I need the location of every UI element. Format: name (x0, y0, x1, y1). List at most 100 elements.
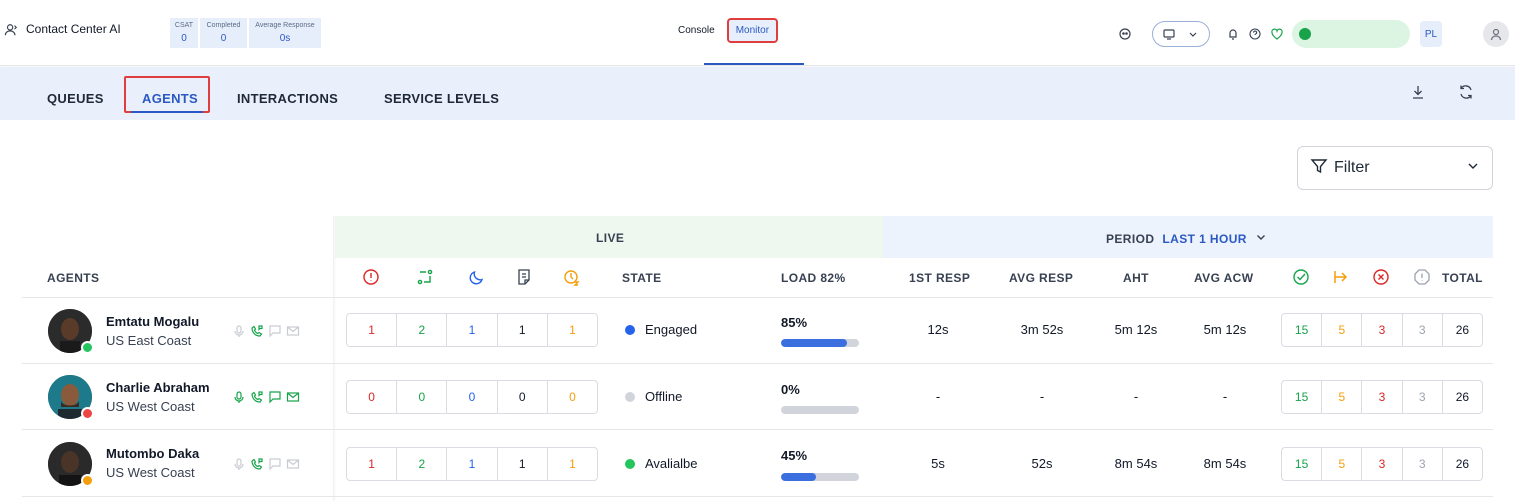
live-cell[interactable]: 1 (347, 314, 396, 346)
live-cell[interactable]: 1 (546, 448, 597, 480)
live-cell[interactable]: 1 (446, 314, 496, 346)
sub-navigation: QUEUES AGENTS INTERACTIONS SERVICE LEVEL… (0, 67, 1515, 120)
live-cell[interactable]: 0 (347, 381, 396, 413)
agent-name[interactable]: Mutombo Daka (106, 446, 199, 461)
state-dot (625, 458, 635, 469)
first-response: - (935, 389, 941, 404)
mic-icon (234, 391, 244, 403)
x-circle-icon (1372, 268, 1390, 286)
tab-console[interactable]: Console (672, 19, 721, 42)
state-label: Engaged (645, 322, 698, 337)
presence-dot (81, 474, 94, 487)
period-cell[interactable]: 3 (1401, 314, 1442, 346)
help-icon[interactable] (1248, 27, 1262, 41)
row-divider (22, 297, 1493, 298)
live-cell[interactable]: 1 (496, 448, 547, 480)
period-cell[interactable]: 3 (1361, 448, 1401, 480)
monitor-icon (1162, 27, 1176, 41)
period-cell[interactable]: 26 (1441, 448, 1482, 480)
mic-icon (234, 325, 244, 337)
aht: - (1133, 389, 1139, 404)
user-initials-badge[interactable]: PL (1420, 21, 1442, 47)
column-divider (333, 216, 336, 501)
col-first-resp: 1ST RESP (909, 271, 971, 285)
live-cell[interactable]: 1 (347, 448, 396, 480)
agent-location: US East Coast (106, 333, 192, 348)
col-avg-acw: AVG ACW (1194, 271, 1254, 285)
tab-queues[interactable]: QUEUES (47, 91, 104, 106)
load-bar (781, 473, 859, 481)
live-cell[interactable]: 0 (396, 381, 446, 413)
agent-location: US West Coast (106, 399, 195, 414)
first-response: 12s (927, 322, 949, 337)
period-cell[interactable]: 3 (1401, 381, 1442, 413)
period-cell[interactable]: 3 (1401, 448, 1442, 480)
period-selector[interactable]: PERIOD LAST 1 HOUR (1106, 231, 1267, 246)
agent-name[interactable]: Emtatu Mogalu (106, 314, 199, 329)
live-cell[interactable]: 2 (396, 314, 446, 346)
refresh-icon[interactable] (1457, 83, 1475, 106)
live-counts: 1 2 1 1 1 (346, 447, 598, 481)
tab-service-levels[interactable]: SERVICE LEVELS (384, 91, 499, 106)
bell-icon[interactable] (1226, 27, 1240, 41)
live-cell[interactable]: 0 (446, 381, 496, 413)
row-divider (22, 363, 1493, 364)
stats-strip: CSAT 0 Completed 0 Average Response 0s (170, 18, 321, 48)
user-avatar-icon[interactable] (1483, 21, 1509, 47)
alert-octagon-icon (1413, 268, 1431, 286)
period-cell[interactable]: 26 (1441, 381, 1482, 413)
live-cell[interactable]: 1 (496, 314, 547, 346)
period-cell[interactable]: 5 (1321, 381, 1361, 413)
state-label: Offline (645, 389, 683, 404)
active-subtab-underline (131, 111, 203, 113)
notes-icon (515, 268, 533, 286)
filter-dropdown[interactable]: Filter (1297, 146, 1493, 190)
period-cell[interactable]: 3 (1361, 381, 1401, 413)
period-cell[interactable]: 15 (1282, 381, 1321, 413)
period-cell[interactable]: 15 (1282, 314, 1321, 346)
live-label: LIVE (596, 231, 625, 245)
live-cell[interactable]: 2 (396, 448, 446, 480)
period-cell[interactable]: 5 (1321, 448, 1361, 480)
moon-icon (468, 268, 486, 286)
load-fill (781, 339, 848, 347)
agent-name[interactable]: Charlie Abraham (106, 380, 210, 395)
live-cell[interactable]: 0 (546, 381, 597, 413)
period-cell[interactable]: 3 (1361, 314, 1401, 346)
top-bar: Contact Center AI CSAT 0 Completed 0 Ave… (0, 0, 1515, 66)
filter-icon (1310, 157, 1328, 180)
tab-monitor[interactable]: Monitor (726, 18, 779, 43)
period-cell[interactable]: 5 (1321, 314, 1361, 346)
phone-chat-icon (251, 458, 263, 470)
chat-bot-icon[interactable] (1118, 27, 1132, 41)
channel-icons (232, 457, 300, 471)
col-total: TOTAL (1442, 271, 1483, 285)
stat-label: Completed (206, 21, 241, 29)
row-divider (22, 429, 1493, 430)
clock-wait-icon (562, 268, 580, 286)
stat-completed: Completed 0 (200, 18, 247, 48)
presence-dot (81, 407, 94, 420)
load-percent: 45% (781, 448, 808, 463)
chevron-down-icon (1186, 27, 1200, 41)
download-icon[interactable] (1410, 83, 1426, 106)
agent-status-toggle[interactable] (1292, 20, 1410, 48)
live-cell[interactable]: 1 (446, 448, 496, 480)
top-tabs: Console Monitor (672, 18, 779, 43)
period-cell[interactable]: 15 (1282, 448, 1321, 480)
stat-value: 0 (220, 32, 227, 44)
heart-check-icon[interactable] (1270, 27, 1284, 41)
phone-chat-icon (251, 325, 263, 337)
state-dot (625, 391, 635, 402)
tab-interactions[interactable]: INTERACTIONS (237, 91, 338, 106)
period-cell[interactable]: 26 (1441, 314, 1482, 346)
agent-location: US West Coast (106, 465, 195, 480)
check-circle-icon (1292, 268, 1310, 286)
stat-label: Average Response (255, 21, 315, 29)
live-counts: 1 2 1 1 1 (346, 313, 598, 347)
mail-icon (286, 459, 300, 469)
aht: 8m 54s (1114, 456, 1158, 471)
live-cell[interactable]: 0 (496, 381, 547, 413)
device-selector[interactable] (1152, 21, 1210, 47)
live-cell[interactable]: 1 (546, 314, 597, 346)
